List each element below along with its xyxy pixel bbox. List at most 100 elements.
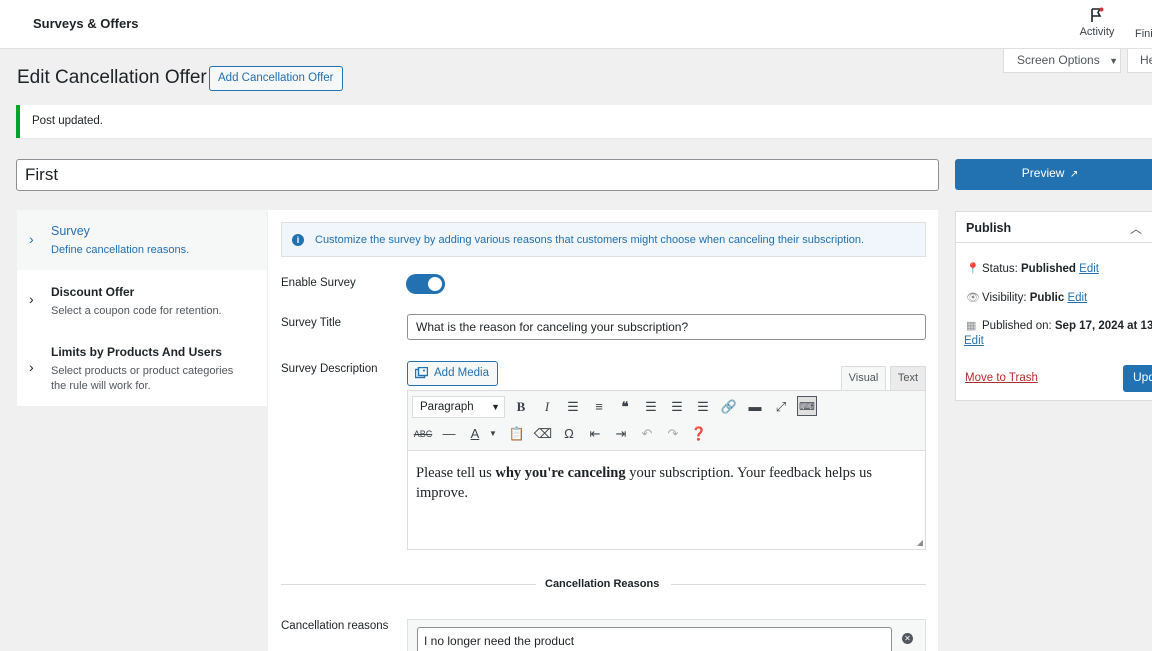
caret-down-icon[interactable]: ▼ bbox=[483, 424, 503, 444]
clear-formatting-icon[interactable]: ⌫ bbox=[533, 424, 553, 444]
published-value: Sep 17, 2024 at 13 bbox=[1054, 320, 1152, 332]
preview-button[interactable]: Preview ↗ bbox=[955, 159, 1152, 190]
numbered-list-icon[interactable]: ≡ bbox=[589, 397, 609, 417]
caret-down-icon: ▼ bbox=[491, 402, 500, 412]
chevron-right-icon: › bbox=[29, 291, 34, 307]
survey-description-label: Survey Description bbox=[281, 363, 378, 375]
toggle-knob bbox=[428, 277, 442, 291]
help-button[interactable]: He bbox=[1127, 49, 1152, 73]
notice-text: Post updated. bbox=[32, 115, 103, 127]
status-value: Published bbox=[1021, 263, 1076, 275]
screen-options-button[interactable]: Screen Options ▼ bbox=[1003, 49, 1121, 73]
help-icon[interactable]: ❓ bbox=[689, 424, 709, 444]
enable-survey-label: Enable Survey bbox=[281, 277, 356, 289]
post-title-input[interactable] bbox=[16, 159, 939, 191]
nav-item-title: Limits by Products And Users bbox=[51, 345, 222, 359]
undo-icon[interactable]: ↶ bbox=[637, 424, 657, 444]
settings-nav: › Survey Define cancellation reasons. › … bbox=[17, 210, 267, 406]
media-icon bbox=[415, 367, 428, 379]
indent-icon[interactable]: ⇥ bbox=[611, 424, 631, 444]
strikethrough-icon[interactable]: ABC bbox=[413, 424, 433, 444]
calendar-icon: ▦ bbox=[966, 320, 977, 332]
survey-title-input[interactable] bbox=[407, 314, 926, 340]
format-select[interactable]: Paragraph ▼ bbox=[412, 396, 505, 418]
activity-label: Activity bbox=[1079, 26, 1115, 38]
edit-date-link[interactable]: Edit bbox=[964, 335, 984, 347]
eye-icon: 👁 bbox=[966, 292, 980, 304]
edit-visibility-link[interactable]: Edit bbox=[1067, 292, 1087, 304]
edit-status-link[interactable]: Edit bbox=[1079, 263, 1099, 275]
caret-down-icon: ▼ bbox=[1109, 56, 1118, 66]
bold-icon[interactable]: B bbox=[511, 397, 531, 417]
chevron-right-icon: › bbox=[29, 359, 34, 375]
brand-title: Surveys & Offers bbox=[33, 16, 139, 31]
format-select-value: Paragraph bbox=[420, 401, 474, 413]
success-notice: Post updated. bbox=[16, 105, 1152, 138]
outdent-icon[interactable]: ⇤ bbox=[585, 424, 605, 444]
paste-text-icon[interactable]: 📋 bbox=[507, 424, 527, 444]
info-icon: i bbox=[292, 234, 304, 246]
toolbar-toggle-icon[interactable]: ⌨ bbox=[797, 396, 817, 416]
special-character-icon[interactable]: Ω bbox=[559, 424, 579, 444]
visibility-value: Public bbox=[1029, 292, 1065, 304]
publish-box: Publish ︿ 📍 Status: Published Edit 👁 Visib… bbox=[955, 211, 1152, 401]
screen-options-label: Screen Options bbox=[1017, 53, 1100, 67]
activity-button[interactable]: Activity bbox=[1075, 7, 1119, 38]
nav-item-limits[interactable]: › Limits by Products And Users Select pr… bbox=[17, 332, 267, 406]
page-title: Edit Cancellation Offer bbox=[17, 67, 207, 88]
move-to-trash-link[interactable]: Move to Trash bbox=[965, 372, 1038, 384]
redo-icon[interactable]: ↷ bbox=[663, 424, 683, 444]
visibility-label: Visibility: bbox=[982, 292, 1030, 304]
nav-item-discount-offer[interactable]: › Discount Offer Select a coupon code fo… bbox=[17, 271, 267, 331]
info-text: Customize the survey by adding various r… bbox=[315, 234, 865, 246]
visibility-row: 👁 Visibility: Public Edit bbox=[966, 291, 1087, 304]
visual-tab[interactable]: Visual bbox=[841, 366, 886, 390]
content-bold-text: why you're canceling bbox=[495, 465, 626, 481]
nav-item-survey[interactable]: › Survey Define cancellation reasons. bbox=[17, 210, 267, 270]
finish-setup-button[interactable]: Fini bbox=[1135, 28, 1152, 40]
remove-icon[interactable]: ✕ bbox=[902, 633, 913, 644]
resize-handle-icon[interactable]: ◢ bbox=[917, 538, 923, 547]
bullet-list-icon[interactable]: ☰ bbox=[563, 397, 583, 417]
rich-text-editor: Paragraph ▼ B I ☰ ≡ ❝ ☰ ☰ ☰ 🔗 ▬ ⤢ ⌨ ABC … bbox=[407, 390, 926, 550]
info-banner: i Customize the survey by adding various… bbox=[281, 222, 926, 257]
published-on-row: ▦ Published on: Sep 17, 2024 at 13 bbox=[966, 319, 1152, 332]
italic-icon[interactable]: I bbox=[537, 397, 557, 417]
preview-label: Preview bbox=[1021, 166, 1065, 180]
divider bbox=[281, 584, 536, 585]
chevron-up-icon[interactable]: ︿ bbox=[1130, 220, 1142, 237]
update-button[interactable]: Upd bbox=[1123, 365, 1152, 392]
horizontal-line-icon[interactable]: — bbox=[439, 424, 459, 444]
reason-input[interactable] bbox=[417, 627, 892, 651]
read-more-icon[interactable]: ▬ bbox=[745, 397, 765, 417]
fullscreen-icon[interactable]: ⤢ bbox=[771, 397, 791, 417]
publish-title: Publish bbox=[966, 221, 1012, 235]
enable-survey-toggle[interactable] bbox=[406, 274, 445, 294]
publish-header: Publish ︿ bbox=[956, 212, 1152, 243]
nav-item-desc: Select a coupon code for retention. bbox=[51, 305, 222, 317]
nav-item-desc: Define cancellation reasons. bbox=[51, 244, 190, 256]
status-label: Status: bbox=[982, 263, 1021, 275]
section-title: Cancellation Reasons bbox=[545, 578, 660, 590]
add-cancellation-offer-button[interactable]: Add Cancellation Offer bbox=[209, 66, 343, 91]
blockquote-icon[interactable]: ❝ bbox=[615, 397, 635, 417]
published-label: Published on: bbox=[982, 320, 1055, 332]
link-icon[interactable]: 🔗 bbox=[719, 397, 739, 417]
nav-item-title: Survey bbox=[51, 224, 90, 238]
align-left-icon[interactable]: ☰ bbox=[641, 397, 661, 417]
divider bbox=[671, 584, 926, 585]
add-media-button[interactable]: Add Media bbox=[407, 361, 498, 386]
text-color-icon[interactable]: A bbox=[465, 424, 485, 444]
editor-content[interactable]: Please tell us why you're canceling your… bbox=[416, 463, 916, 503]
align-right-icon[interactable]: ☰ bbox=[693, 397, 713, 417]
cancellation-reasons-label: Cancellation reasons bbox=[281, 620, 389, 632]
pin-icon: 📍 bbox=[966, 263, 980, 275]
flag-icon bbox=[1091, 7, 1104, 22]
editor-toolbar: Paragraph ▼ B I ☰ ≡ ❝ ☰ ☰ ☰ 🔗 ▬ ⤢ ⌨ ABC … bbox=[408, 391, 925, 451]
survey-title-label: Survey Title bbox=[281, 317, 342, 329]
add-media-label: Add Media bbox=[434, 367, 489, 379]
chevron-right-icon: › bbox=[29, 231, 34, 247]
top-bar: Surveys & Offers Activity Fini bbox=[0, 0, 1152, 49]
text-tab[interactable]: Text bbox=[890, 366, 926, 390]
align-center-icon[interactable]: ☰ bbox=[667, 397, 687, 417]
